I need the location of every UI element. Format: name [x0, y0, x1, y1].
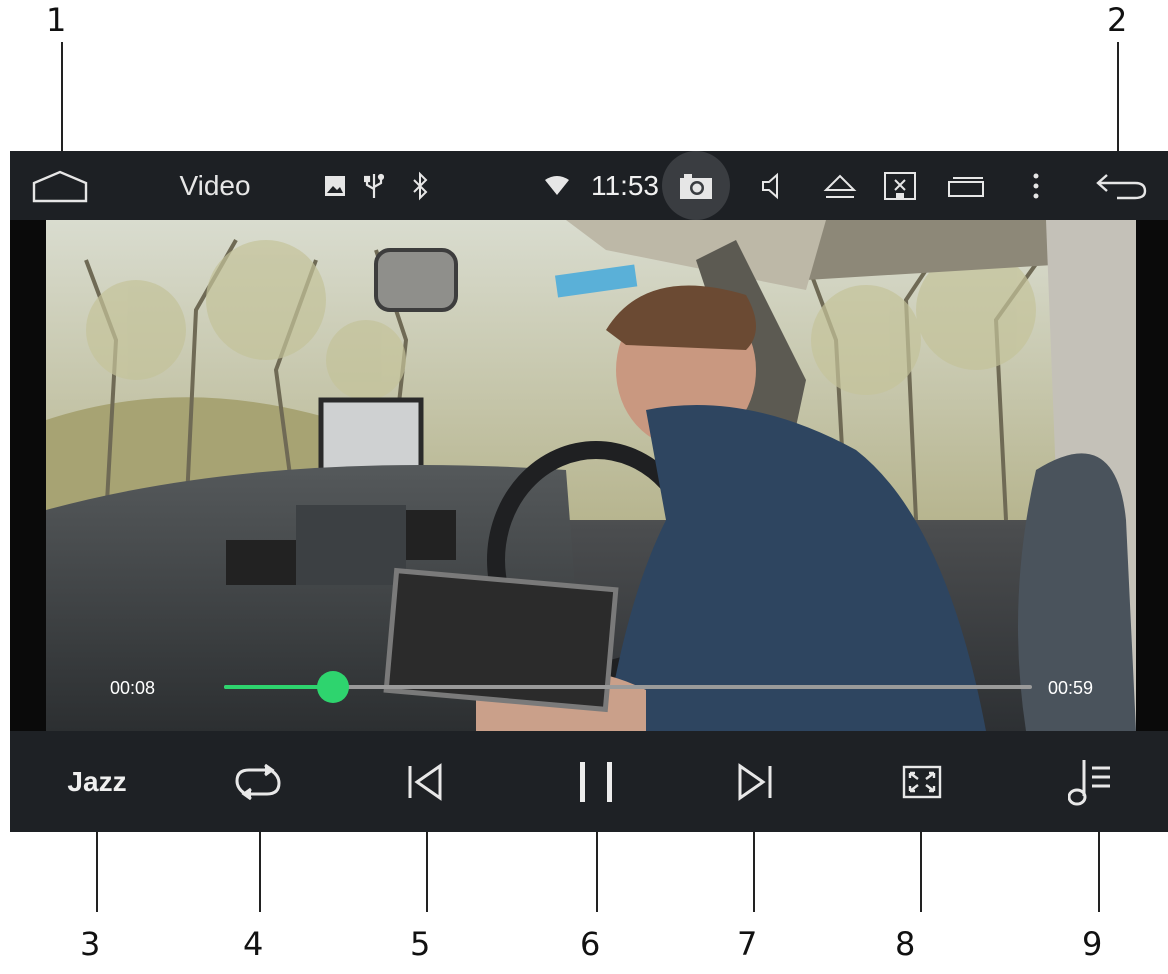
video-surface[interactable]: 00:08 00:59: [46, 220, 1136, 731]
playlist-button[interactable]: [1060, 731, 1120, 832]
previous-icon: [408, 762, 442, 801]
elapsed-time: 00:08: [110, 678, 156, 698]
home-button[interactable]: [28, 151, 92, 220]
fullscreen-button[interactable]: [894, 731, 950, 832]
duration-time: 00:59: [1048, 678, 1094, 698]
more-icon: [1033, 173, 1039, 198]
callout-line-2: [1117, 42, 1119, 151]
callout-number-4: 4: [243, 925, 264, 963]
clock: 11:53: [591, 169, 659, 201]
eq-preset-button[interactable]: Jazz: [50, 731, 144, 832]
previous-button[interactable]: [400, 731, 450, 832]
callout-number-9: 9: [1082, 925, 1103, 963]
image-notification-icon: [322, 151, 348, 220]
eject-button[interactable]: [820, 151, 860, 220]
pause-button[interactable]: [566, 731, 626, 832]
recent-apps-button[interactable]: [944, 151, 988, 220]
camera-icon: [680, 173, 712, 199]
repeat-button[interactable]: [228, 731, 288, 832]
callout-number-8: 8: [895, 925, 916, 963]
more-menu-button[interactable]: [1024, 151, 1048, 220]
repeat-icon: [235, 763, 281, 800]
screen-off-icon: [884, 171, 916, 200]
back-icon: [1096, 173, 1147, 199]
playback-controls: Jazz: [10, 731, 1168, 832]
callout-number-5: 5: [410, 925, 431, 963]
callout-number-6: 6: [580, 925, 601, 963]
callout-line-1: [61, 42, 63, 151]
pause-icon: [580, 761, 612, 802]
screen-off-button[interactable]: [880, 151, 920, 220]
eject-icon: [823, 174, 857, 198]
callout-number-3: 3: [80, 925, 101, 963]
home-icon: [32, 170, 88, 202]
status-bar: Video 11:53: [10, 151, 1168, 220]
usb-icon: [362, 151, 386, 220]
volume-button[interactable]: [754, 151, 790, 220]
fullscreen-icon: [902, 765, 942, 798]
callout-number-7: 7: [737, 925, 758, 963]
screenshot-button[interactable]: [662, 151, 730, 220]
next-icon: [738, 762, 772, 801]
app-title: Video: [179, 169, 251, 201]
volume-icon: [762, 172, 778, 199]
bluetooth-icon: [408, 151, 432, 220]
playlist-icon: [1068, 759, 1110, 805]
back-button[interactable]: [1092, 151, 1150, 220]
seek-bar[interactable]: [224, 671, 1032, 703]
callout-number-2: 2: [1107, 1, 1128, 39]
seek-bar-thumb[interactable]: [317, 671, 350, 703]
wifi-icon: [542, 151, 572, 220]
recent-apps-icon: [948, 176, 984, 197]
next-button[interactable]: [730, 731, 780, 832]
video-frame: 00:08 00:59: [10, 220, 1168, 731]
callout-number-1: 1: [46, 1, 67, 39]
video-frame-image: [46, 220, 1136, 731]
